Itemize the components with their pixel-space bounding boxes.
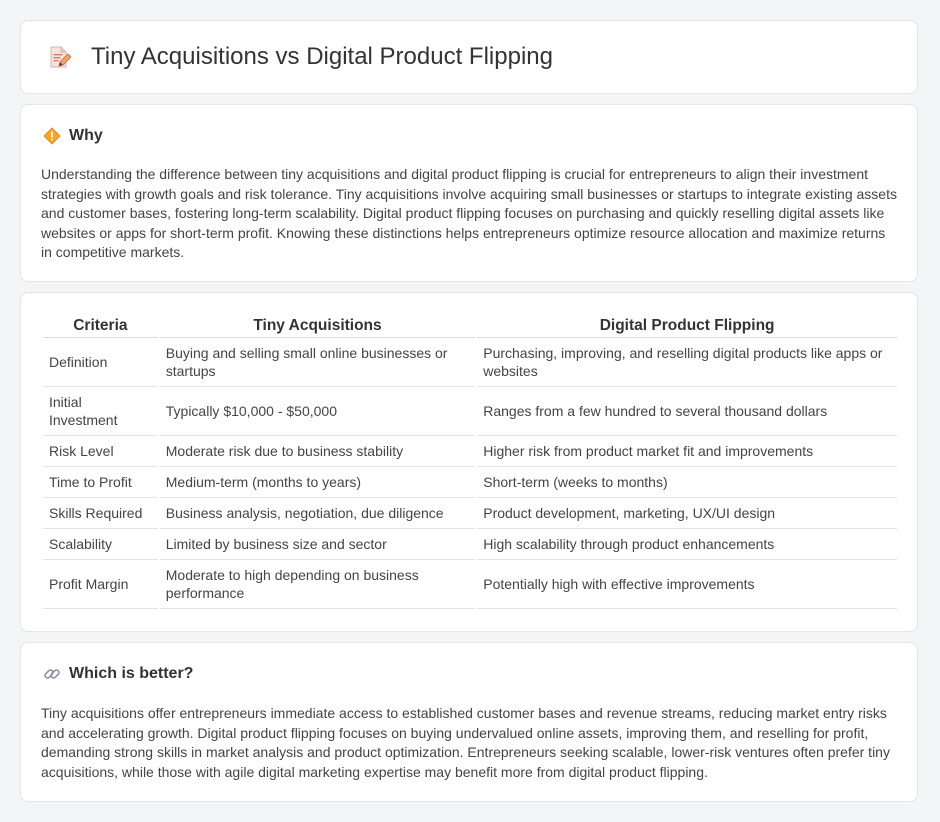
table-cell-criteria: Definition: [43, 338, 158, 387]
document-pencil-icon: [50, 46, 71, 68]
table-cell: Ranges from a few hundred to several tho…: [477, 387, 897, 436]
page-title: Tiny Acquisitions vs Digital Product Fli…: [91, 43, 553, 70]
table-header-digital-product-flipping: Digital Product Flipping: [477, 313, 897, 338]
table-cell: Business analysis, negotiation, due dili…: [159, 498, 476, 529]
link-icon: [44, 669, 60, 679]
table-header-tiny-acquisitions: Tiny Acquisitions: [159, 313, 476, 338]
warning-diamond-icon: [43, 127, 61, 145]
table-cell: Higher risk from product market fit and …: [477, 436, 897, 467]
why-title: Why: [69, 127, 103, 144]
table-cell: Buying and selling small online business…: [159, 338, 476, 387]
table-cell: Moderate risk due to business stability: [159, 436, 476, 467]
table-cell-criteria: Profit Margin: [43, 560, 158, 609]
table-row: Definition Buying and selling small onli…: [43, 338, 897, 387]
comparison-table: Criteria Tiny Acquisitions Digital Produ…: [41, 313, 899, 609]
table-row: Time to Profit Medium-term (months to ye…: [43, 467, 897, 498]
table-cell: Moderate to high depending on business p…: [159, 560, 476, 609]
which-is-better-section: Which is better? Tiny acquisitions offer…: [20, 642, 918, 802]
table-cell-criteria: Initial Investment: [43, 387, 158, 436]
why-section: Why Understanding the difference between…: [20, 104, 918, 282]
which-is-better-title: Which is better?: [69, 665, 194, 682]
table-header-criteria: Criteria: [43, 313, 158, 338]
table-cell-criteria: Skills Required: [43, 498, 158, 529]
table-cell: High scalability through product enhance…: [477, 529, 897, 560]
table-cell-criteria: Risk Level: [43, 436, 158, 467]
table-cell: Short-term (weeks to months): [477, 467, 897, 498]
table-row: Profit Margin Moderate to high depending…: [43, 560, 897, 609]
table-cell: Potentially high with effective improvem…: [477, 560, 897, 609]
table-cell: Medium-term (months to years): [159, 467, 476, 498]
header-card: Tiny Acquisitions vs Digital Product Fli…: [20, 20, 918, 94]
table-cell: Typically $10,000 - $50,000: [159, 387, 476, 436]
table-cell: Limited by business size and sector: [159, 529, 476, 560]
table-row: Risk Level Moderate risk due to business…: [43, 436, 897, 467]
table-cell-criteria: Scalability: [43, 529, 158, 560]
comparison-table-card: Criteria Tiny Acquisitions Digital Produ…: [20, 292, 918, 632]
table-row: Skills Required Business analysis, negot…: [43, 498, 897, 529]
table-cell-criteria: Time to Profit: [43, 467, 158, 498]
table-cell: Purchasing, improving, and reselling dig…: [477, 338, 897, 387]
table-row: Initial Investment Typically $10,000 - $…: [43, 387, 897, 436]
table-cell: Product development, marketing, UX/UI de…: [477, 498, 897, 529]
table-row: Scalability Limited by business size and…: [43, 529, 897, 560]
why-text: Understanding the difference between tin…: [41, 166, 897, 260]
which-is-better-text: Tiny acquisitions offer entrepreneurs im…: [41, 705, 890, 780]
